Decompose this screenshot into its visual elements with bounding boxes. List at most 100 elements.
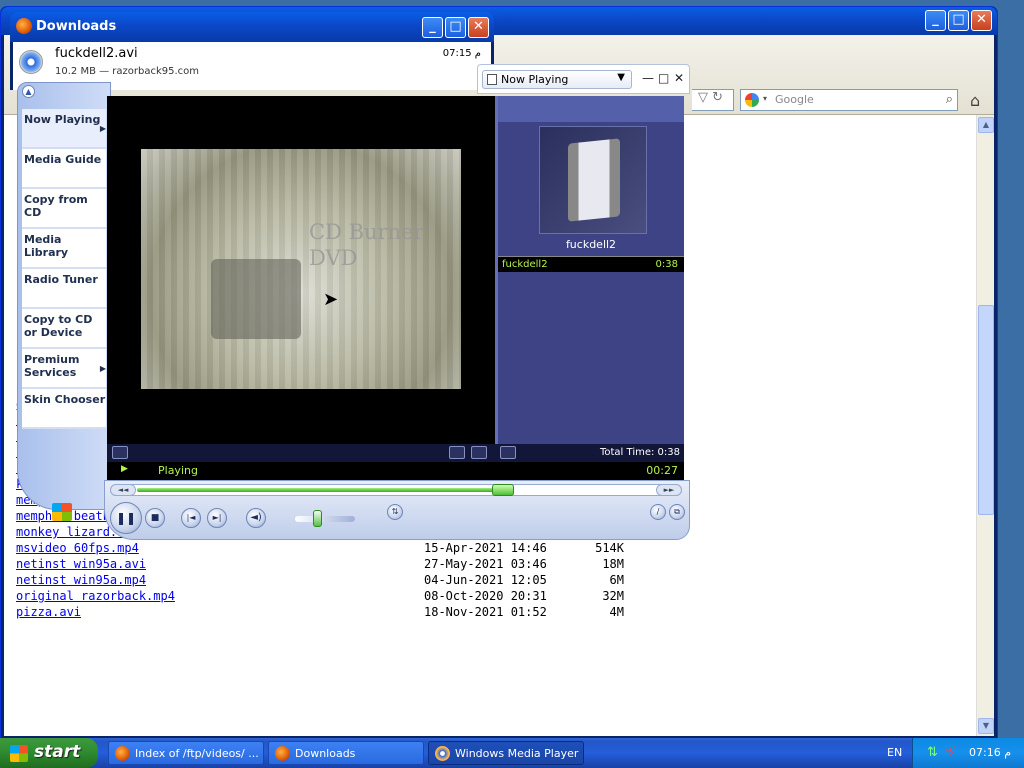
- mute-icon[interactable]: ◄): [246, 508, 266, 528]
- minimize-button[interactable]: _: [422, 17, 443, 38]
- windows-logo: [52, 503, 72, 521]
- shield-icon[interactable]: ⛨: [945, 744, 955, 759]
- maximize-button[interactable]: □: [658, 71, 669, 85]
- taskpane-toggle-icon[interactable]: ▲: [22, 85, 35, 98]
- file-date: 04-Jun-2021 12:05: [424, 573, 547, 587]
- media-player-icon: [435, 746, 450, 761]
- downloads-titlebar[interactable]: Downloads _ □ ✕: [10, 12, 494, 42]
- minimize-button[interactable]: —: [642, 71, 654, 85]
- task-item-media-library[interactable]: Media Library: [22, 229, 106, 269]
- maximize-button[interactable]: □: [948, 10, 969, 31]
- search-input[interactable]: Google: [775, 93, 814, 106]
- file-link[interactable]: netinst win95a.mp4: [16, 572, 146, 588]
- close-button[interactable]: ✕: [468, 17, 489, 38]
- elapsed-time: 00:27: [646, 464, 678, 477]
- status-bar: ▶ Playing 00:27: [107, 462, 684, 480]
- play-state: Playing: [158, 464, 198, 477]
- fullscreen-button[interactable]: [471, 446, 487, 459]
- firefox-icon: [115, 746, 130, 761]
- close-button[interactable]: ✕: [674, 71, 684, 85]
- shuffle-icon[interactable]: ⇅: [387, 504, 403, 520]
- task-item-copy-from-cd[interactable]: Copy from CD: [22, 189, 106, 229]
- minimize-button[interactable]: _: [925, 10, 946, 31]
- search-box[interactable]: ▾ Google ⌕: [740, 89, 958, 111]
- vertical-scrollbar[interactable]: ▲ ▼: [976, 115, 994, 736]
- playlist-item[interactable]: fuckdell2 0:38: [498, 256, 684, 272]
- equalizer-icon[interactable]: ∕: [650, 504, 666, 520]
- task-item-premium-services[interactable]: Premium Services ▶: [22, 349, 106, 389]
- task-pane: ▲ Now Playing ▶ Media Guide Copy from CD Med…: [17, 82, 111, 521]
- volume-track[interactable]: [295, 516, 355, 522]
- maximize-button[interactable]: □: [445, 17, 466, 38]
- transport-controls: ◄◄ ►► ❚❚ ■ |◄ ►| ◄) ⇅ ∕ ⧉: [104, 480, 690, 540]
- task-list: Now Playing ▶ Media Guide Copy from CD Media…: [22, 109, 106, 429]
- task-item-label: Skin Chooser: [24, 393, 106, 406]
- video-area[interactable]: CD Burner DVD ➤: [107, 96, 495, 444]
- seek-bar[interactable]: ◄◄ ►►: [110, 484, 682, 496]
- view-menu-button[interactable]: Now Playing ▼: [482, 70, 632, 89]
- task-item-skin-chooser[interactable]: Skin Chooser: [22, 389, 106, 429]
- task-item-label: Radio Tuner: [24, 273, 98, 286]
- media-player-window: Now Playing ▼ — □ ✕ ▲ Now Playing ▶ Media …: [14, 60, 690, 544]
- clock[interactable]: 07:16 م: [969, 746, 1011, 759]
- task-item-label: Media Guide: [24, 153, 102, 166]
- player-titlebar[interactable]: Now Playing ▼ — □ ✕: [477, 64, 690, 94]
- file-date: 08-Oct-2020 20:31: [424, 589, 547, 603]
- file-size: 18M: [602, 557, 624, 571]
- file-row: netinst win95a.avi 27-May-2021 03:46 18M: [13, 556, 633, 572]
- file-link[interactable]: netinst win95a.avi: [16, 556, 146, 572]
- next-button[interactable]: ►|: [207, 508, 227, 528]
- file-link[interactable]: original razorback.mp4: [16, 588, 175, 604]
- stop-button[interactable]: ■: [145, 508, 165, 528]
- playlist-pane: fuckdell2 fuckdell2 0:38: [495, 96, 684, 444]
- home-icon[interactable]: ⌂: [970, 91, 980, 110]
- task-item-now-playing[interactable]: Now Playing ▶: [22, 109, 106, 149]
- start-button[interactable]: start: [0, 738, 98, 768]
- chevron-down-icon[interactable]: ▾: [763, 94, 767, 103]
- taskbar-button-media-player[interactable]: Windows Media Player: [428, 741, 584, 765]
- playlist-toggle-button[interactable]: [500, 446, 516, 459]
- url-bar-end[interactable]: ▽ ↻: [692, 89, 734, 111]
- play-indicator-icon: ▶: [121, 464, 128, 474]
- visualization-button[interactable]: [112, 446, 128, 459]
- pause-button[interactable]: ❚❚: [110, 502, 142, 534]
- task-item-label: Media Library: [24, 233, 69, 259]
- file-row: pizza.avi 18-Nov-2021 01:52 4M: [13, 604, 633, 620]
- network-icon[interactable]: ⇅: [927, 745, 938, 760]
- file-date: 18-Nov-2021 01:52: [424, 605, 547, 619]
- fit-video-button[interactable]: [449, 446, 465, 459]
- taskbar-button-label: Index of /ftp/videos/ ...: [135, 747, 259, 760]
- video-frame: CD Burner DVD ➤: [141, 149, 461, 389]
- file-date: 27-May-2021 03:46: [424, 557, 547, 571]
- search-icon[interactable]: ⌕: [946, 92, 953, 107]
- taskbar: start Index of /ftp/videos/ ... Download…: [0, 738, 1024, 768]
- task-item-radio-tuner[interactable]: Radio Tuner: [22, 269, 106, 309]
- file-row: netinst win95a.mp4 04-Jun-2021 12:05 6M: [13, 572, 633, 588]
- volume-thumb[interactable]: [313, 510, 322, 527]
- scroll-down-button[interactable]: ▼: [978, 718, 994, 734]
- firefox-icon: [16, 18, 32, 34]
- taskbar-button-downloads[interactable]: Downloads: [268, 741, 424, 765]
- seek-progress: [137, 488, 504, 492]
- chevron-down-icon: ▼: [617, 72, 625, 83]
- file-link[interactable]: pizza.avi: [16, 604, 81, 620]
- file-size: 4M: [609, 605, 624, 619]
- language-indicator[interactable]: EN: [887, 746, 902, 759]
- scroll-thumb[interactable]: [978, 305, 994, 515]
- scroll-up-button[interactable]: ▲: [978, 117, 994, 133]
- taskbar-button-firefox-index[interactable]: Index of /ftp/videos/ ...: [108, 741, 264, 765]
- previous-button[interactable]: |◄: [181, 508, 201, 528]
- album-art: [539, 126, 647, 234]
- file-size: 32M: [602, 589, 624, 603]
- forward-end-icon[interactable]: ►►: [656, 484, 682, 496]
- task-item-label: Copy from CD: [24, 193, 88, 219]
- close-button[interactable]: ✕: [971, 10, 992, 31]
- film-icon: [568, 138, 620, 222]
- document-icon: [487, 74, 497, 85]
- rewind-end-icon[interactable]: ◄◄: [110, 484, 136, 496]
- task-item-media-guide[interactable]: Media Guide: [22, 149, 106, 189]
- task-item-copy-to-cd-or-device[interactable]: Copy to CD or Device: [22, 309, 106, 349]
- window-title: Downloads: [36, 19, 117, 34]
- seek-thumb[interactable]: [492, 484, 515, 496]
- skin-mode-icon[interactable]: ⧉: [669, 504, 685, 520]
